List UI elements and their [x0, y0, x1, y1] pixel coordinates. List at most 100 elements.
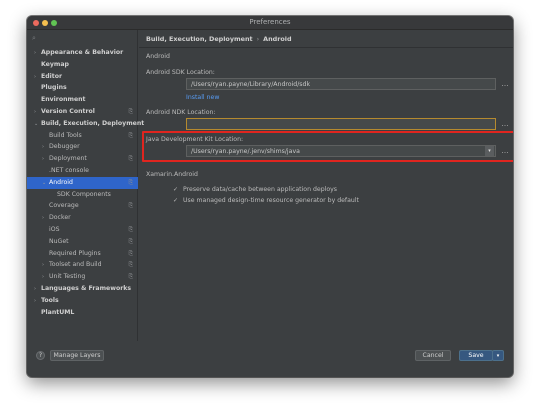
chevron-right-icon[interactable]: › [42, 141, 44, 153]
sidebar-item-label: Build, Execution, Deployment [41, 119, 145, 127]
sidebar-item-net-console[interactable]: .NET console [27, 165, 138, 177]
android-sdk-label: Android SDK Location: [146, 69, 215, 76]
project-level-icon: ⎘ [128, 179, 133, 186]
android-section-title: Android [146, 53, 170, 60]
sidebar-item-version-control[interactable]: › Version Control ⎘ [27, 106, 138, 118]
sidebar-item-debugger[interactable]: › Debugger [27, 141, 138, 153]
manage-layers-button[interactable]: Manage Layers [50, 350, 104, 361]
sidebar-item-label: Plugins [41, 84, 67, 92]
sidebar-item-environment[interactable]: Environment [27, 94, 138, 106]
preferences-window: Preferences ⌕ › Appearance & Behavior Keym… [27, 16, 513, 377]
sidebar-item-label: Deployment [49, 155, 87, 163]
sidebar-item-label: Docker [49, 214, 71, 222]
jdk-browse-icon[interactable]: … [500, 146, 510, 156]
chevron-right-icon[interactable]: › [42, 212, 44, 224]
sidebar-item-label: Languages & Frameworks [41, 285, 132, 292]
jdk-location-field[interactable]: /Users/ryan.payne/.jenv/shims/java [186, 145, 496, 157]
project-level-icon: ⎘ [128, 274, 133, 281]
sdk-browse-icon[interactable]: … [500, 79, 510, 89]
project-level-icon: ⎘ [128, 156, 133, 163]
save-options-dropdown-icon[interactable]: ▾ [492, 350, 504, 361]
ndk-browse-icon[interactable]: … [500, 119, 510, 129]
sidebar-item-plantuml[interactable]: PlantUML [27, 307, 138, 319]
sidebar-item-ios[interactable]: iOS ⎘ [27, 224, 138, 236]
sidebar-item-label: Appearance & Behavior [41, 49, 124, 56]
help-icon[interactable]: ? [36, 351, 45, 360]
chevron-right-icon[interactable]: › [34, 295, 36, 307]
chevron-right-icon[interactable]: › [34, 71, 36, 83]
android-ndk-field[interactable] [186, 118, 496, 130]
sidebar-item-unit-testing[interactable]: › Unit Testing ⎘ [27, 271, 138, 283]
sidebar-item-label: Environment [41, 96, 86, 104]
breadcrumb: Build, Execution, Deployment › Android [146, 33, 292, 45]
project-level-icon: ⎘ [128, 262, 133, 269]
sidebar-item-toolset-and-build[interactable]: › Toolset and Build ⎘ [27, 259, 138, 271]
sidebar-item-label: Toolset and Build [49, 261, 102, 269]
sidebar-item-keymap[interactable]: Keymap [27, 59, 138, 71]
sidebar-item-editor[interactable]: › Editor [27, 71, 138, 83]
preserve-data-label: Preserve data/cache between application … [183, 186, 338, 193]
dialog-footer: ? Manage Layers Cancel Save ▾ [27, 341, 513, 377]
sidebar-item-build-tools[interactable]: Build Tools ⎘ [27, 130, 138, 142]
sidebar-item-nuget[interactable]: NuGet ⎘ [27, 236, 138, 248]
project-level-icon: ⎘ [128, 227, 133, 233]
breadcrumb-build-execution-deployment[interactable]: Build, Execution, Deployment [146, 35, 253, 43]
sidebar-item-label: Build Tools [49, 131, 82, 139]
preserve-data-check-icon[interactable]: ✓ [173, 186, 178, 193]
sidebar-item-label: Unit Testing [49, 273, 86, 281]
sidebar-item-label: Debugger [49, 143, 80, 151]
chevron-right-icon[interactable]: › [34, 47, 36, 59]
sidebar-item-tools[interactable]: › Tools [27, 295, 138, 307]
sidebar-item-label: Version Control [41, 108, 95, 115]
managed-generator-check-icon[interactable]: ✓ [173, 197, 178, 204]
sidebar-item-plugins[interactable]: Plugins [27, 82, 138, 94]
chevron-down-icon[interactable]: ⌄ [34, 118, 38, 130]
android-ndk-label: Android NDK Location: [146, 109, 216, 116]
android-sdk-field[interactable]: /Users/ryan.payne/Library/Android/sdk [186, 78, 496, 90]
project-level-icon: ⎘ [128, 203, 133, 210]
sidebar-item-languages-frameworks[interactable]: › Languages & Frameworks [27, 283, 138, 295]
sidebar-item-appearance-behavior[interactable]: › Appearance & Behavior [27, 47, 138, 59]
xamarin-section-title: Xamarin.Android [146, 171, 198, 178]
sidebar-item-label: Android [49, 178, 73, 186]
sidebar-item-build-execution-deployment[interactable]: ⌄ Build, Execution, Deployment [27, 118, 144, 130]
title-bar: Preferences [27, 16, 513, 30]
sidebar-item-label: PlantUML [41, 308, 75, 316]
project-level-icon: ⎘ [128, 250, 133, 257]
chevron-right-icon[interactable]: › [34, 106, 36, 118]
chevron-right-icon[interactable]: › [34, 283, 36, 295]
install-new-link[interactable]: Install new [186, 94, 219, 101]
breadcrumb-separator: › [256, 35, 260, 43]
sidebar-item-docker[interactable]: › Docker [27, 212, 138, 224]
jdk-dropdown-icon[interactable]: ▾ [485, 146, 494, 156]
cancel-button[interactable]: Cancel [415, 350, 451, 361]
sidebar-item-label: Editor [41, 72, 63, 80]
jdk-location-label: Java Development Kit Location: [146, 136, 244, 143]
header-divider [139, 47, 513, 48]
sidebar-item-required-plugins[interactable]: Required Plugins ⎘ [27, 248, 138, 260]
chevron-right-icon[interactable]: › [42, 271, 44, 283]
managed-generator-checkbox[interactable]: ✓ Use managed design-time resource gener… [173, 196, 473, 206]
preserve-data-checkbox[interactable]: ✓ Preserve data/cache between applicatio… [173, 185, 473, 195]
save-button[interactable]: Save [459, 350, 493, 361]
sidebar-item-label: .NET console [49, 167, 89, 174]
sidebar-item-label: iOS [49, 226, 60, 233]
android-settings-panel: Build, Execution, Deployment › Android And… [139, 30, 513, 341]
project-level-icon: ⎘ [128, 238, 133, 245]
sidebar-item-label: Tools [41, 296, 59, 304]
sidebar-item-sdk-components[interactable]: SDK Components [27, 189, 138, 201]
chevron-right-icon[interactable]: › [42, 153, 44, 165]
sidebar-item-coverage[interactable]: Coverage ⎘ [27, 200, 138, 212]
settings-tree: ⌕ › Appearance & Behavior Keymap › Editor Plu… [27, 30, 144, 341]
sidebar-item-label: Keymap [41, 60, 69, 68]
sidebar-item-label: Required Plugins [49, 249, 101, 257]
sidebar-item-deployment[interactable]: › Deployment ⎘ [27, 153, 138, 165]
search-icon[interactable]: ⌕ [32, 34, 133, 45]
project-level-icon: ⎘ [128, 109, 133, 115]
chevron-down-icon[interactable]: ⌄ [42, 177, 46, 189]
sidebar-item-android[interactable]: ⌄ Android ⎘ [27, 176, 138, 189]
sidebar-item-label: SDK Components [57, 190, 111, 198]
window-title: Preferences [249, 18, 291, 26]
chevron-right-icon[interactable]: › [42, 259, 44, 271]
sidebar-item-label: NuGet [49, 237, 69, 245]
